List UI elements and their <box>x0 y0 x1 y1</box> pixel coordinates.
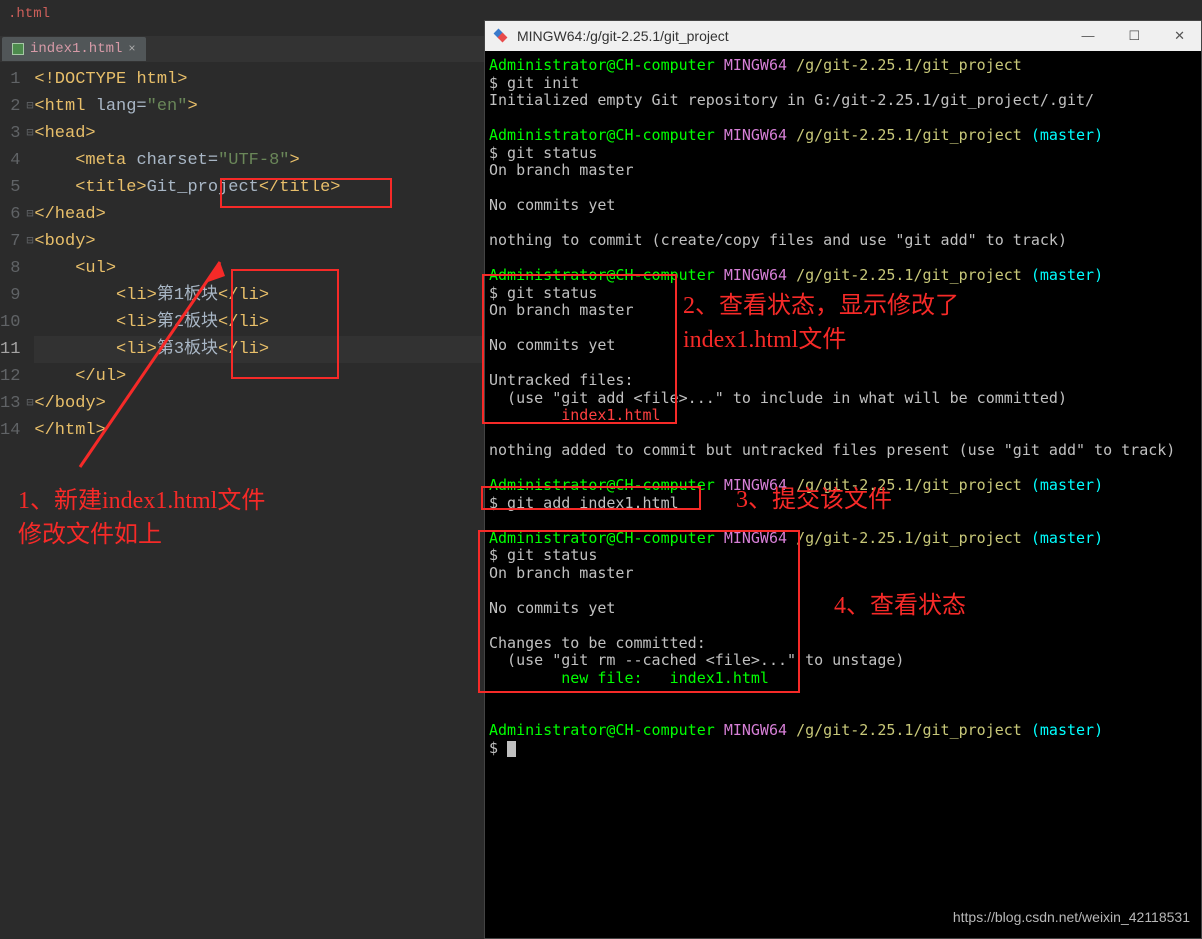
tab-bar: index1.html × <box>0 36 484 62</box>
tab-label: index1.html <box>30 41 122 57</box>
annotation-3: 3、提交该文件 <box>736 484 892 518</box>
html-file-icon <box>12 43 24 55</box>
terminal-window: MINGW64:/g/git-2.25.1/git_project — ☐ ✕ … <box>484 20 1202 939</box>
annotation-1: 1、新建index1.html文件 修改文件如上 <box>18 485 265 552</box>
close-icon[interactable]: × <box>128 42 135 56</box>
arrow-annotation <box>70 252 230 477</box>
file-tab[interactable]: index1.html × <box>2 37 146 61</box>
window-controls: — ☐ ✕ <box>1073 26 1193 46</box>
mingw-icon <box>493 28 509 44</box>
annotation-4: 4、查看状态 <box>834 590 966 624</box>
minimize-button[interactable]: — <box>1073 26 1102 46</box>
file-path: .html <box>0 0 484 24</box>
window-titlebar[interactable]: MINGW64:/g/git-2.25.1/git_project — ☐ ✕ <box>485 21 1201 51</box>
watermark: https://blog.csdn.net/weixin_42118531 <box>953 909 1190 925</box>
highlight-box-add <box>481 486 701 510</box>
cursor <box>507 741 516 757</box>
highlight-box-title <box>220 178 392 208</box>
highlight-box-status2 <box>478 530 800 693</box>
highlight-box-status1 <box>482 274 677 424</box>
highlight-box-list <box>231 269 339 379</box>
annotation-2: 2、查看状态，显示修改了 index1.html文件 <box>683 290 959 357</box>
maximize-button[interactable]: ☐ <box>1120 26 1148 46</box>
close-button[interactable]: ✕ <box>1166 26 1193 46</box>
window-title: MINGW64:/g/git-2.25.1/git_project <box>517 28 729 44</box>
